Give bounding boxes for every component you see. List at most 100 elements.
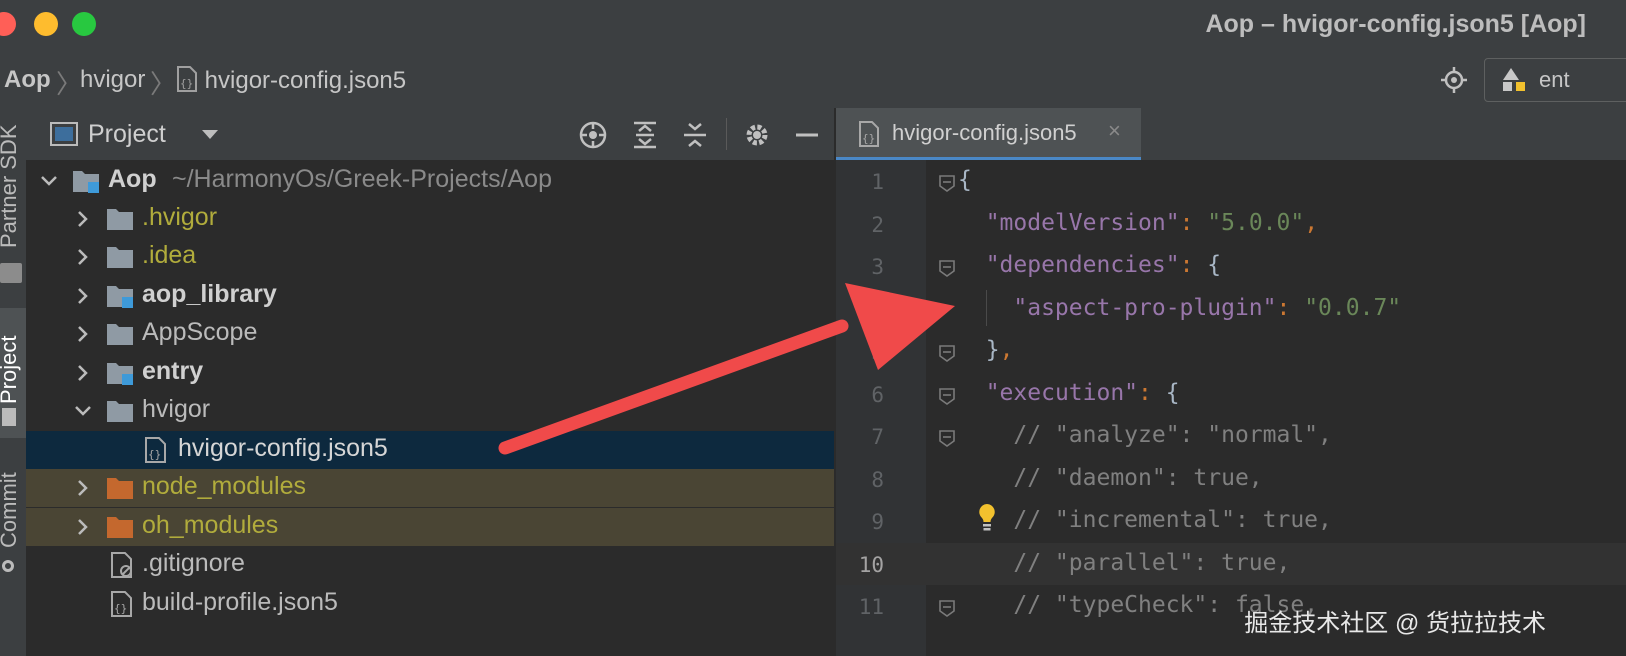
tab-commit[interactable]: Commit [0, 472, 22, 548]
tree-item-label: node_modules [142, 472, 307, 500]
run-configuration-selector[interactable]: ent [1484, 58, 1626, 102]
code-token: { [1165, 379, 1180, 406]
ignore-file-icon [111, 552, 132, 578]
breadcrumb-separator: 〉 [56, 69, 83, 99]
line-number: 2 [871, 212, 884, 237]
fold-marker-icon[interactable] [938, 174, 956, 192]
tree-item[interactable]: hvigor [26, 392, 834, 430]
editor-tab-active[interactable]: {} hvigor-config.json5 × [836, 108, 1141, 160]
zoom-window-button[interactable] [72, 12, 96, 36]
code-token: { [1207, 252, 1222, 278]
module-folder-icon [107, 286, 133, 308]
fold-marker-icon[interactable] [938, 599, 956, 617]
breadcrumb-folder[interactable]: hvigor [80, 66, 145, 94]
code-token: { [958, 167, 972, 193]
code-token: , [1304, 209, 1319, 236]
fold-marker-icon[interactable] [938, 429, 956, 447]
tree-item-selected[interactable]: {} hvigor-config.json5 [26, 431, 834, 469]
left-tool-strip: Partner SDK Project Commit [0, 108, 27, 656]
tree-item[interactable]: .idea [26, 238, 834, 276]
code-line: // "daemon": true, [958, 464, 1263, 491]
tree-item-label: .gitignore [142, 549, 245, 577]
commit-icon [2, 560, 14, 572]
tree-item-label: oh_modules [142, 511, 279, 539]
chevron-right-icon[interactable] [72, 477, 94, 499]
code-line: "dependencies": { [958, 252, 1221, 278]
gear-icon[interactable] [742, 120, 772, 150]
watermark: 掘金技术社区 @ 货拉拉技术 [1244, 610, 1546, 637]
chevron-down-icon[interactable] [38, 170, 60, 192]
line-number: 11 [858, 595, 884, 619]
minimize-window-button[interactable] [34, 12, 58, 36]
folder-icon [107, 401, 133, 422]
code-token: "0.0.7" [1304, 294, 1402, 321]
chevron-right-icon[interactable] [72, 362, 94, 384]
code-line: }, [958, 337, 1014, 363]
close-window-button[interactable] [0, 12, 16, 36]
fold-marker-icon[interactable] [938, 344, 956, 362]
module-folder-icon [73, 171, 99, 193]
tree-item[interactable]: oh_modules [26, 508, 834, 546]
tree-item[interactable]: .gitignore [26, 546, 834, 584]
tree-root-path: ~/HarmonyOs/Greek-Projects/Aop [172, 165, 552, 193]
tree-item[interactable]: {} build-profile.json5 [26, 585, 834, 623]
excluded-folder-icon [107, 478, 133, 499]
navigation-bar: Aop 〉 hvigor 〉 {} hvigor-config.json5 en… [0, 52, 1626, 109]
chevron-right-icon[interactable] [72, 516, 94, 538]
project-panel-title[interactable]: Project [88, 120, 166, 149]
tree-item[interactable]: aop_library [26, 277, 834, 315]
code-token: } [985, 337, 1000, 363]
chevron-right-icon[interactable] [72, 285, 94, 307]
chevron-right-icon[interactable] [72, 208, 94, 230]
chevron-right-icon[interactable] [72, 323, 94, 345]
tab-project[interactable]: Project [0, 336, 22, 404]
module-folder-icon [107, 363, 133, 385]
locate-icon[interactable] [1440, 66, 1468, 94]
collapse-all-icon[interactable] [680, 120, 710, 150]
chevron-right-icon[interactable] [72, 246, 94, 268]
project-panel-header: Project [26, 108, 834, 161]
title-bar: Aop – hvigor-config.json5 [Aop] [0, 0, 1626, 52]
svg-text:{}: {} [862, 132, 875, 145]
close-tab-icon[interactable]: × [1108, 118, 1121, 144]
tree-item[interactable]: node_modules [26, 469, 834, 507]
tree-item-label: aop_library [142, 280, 277, 308]
line-number: 3 [871, 255, 884, 279]
project-tree: Aop ~/HarmonyOs/Greek-Projects/Aop .hvig… [26, 160, 834, 656]
tree-item-label: AppScope [142, 318, 258, 346]
tree-item-label: hvigor [142, 395, 211, 423]
breadcrumb-file[interactable]: {} hvigor-config.json5 [176, 66, 406, 95]
fold-marker-icon[interactable] [938, 387, 956, 405]
code-token: : [1179, 252, 1208, 278]
lightbulb-icon[interactable] [976, 502, 998, 532]
line-number: 8 [871, 467, 884, 492]
code-token: // "daemon": true, [958, 464, 1263, 491]
view-mode-dropdown-icon[interactable] [202, 130, 218, 139]
tree-item[interactable]: entry [26, 354, 834, 392]
expand-all-icon[interactable] [630, 120, 660, 150]
tree-root-label: Aop [108, 165, 157, 193]
chevron-down-icon[interactable] [72, 400, 94, 422]
code-line: // "incremental": true, [958, 507, 1332, 533]
svg-text:{}: {} [148, 448, 161, 461]
line-number: 5 [871, 340, 884, 364]
fold-marker-icon[interactable] [938, 259, 956, 277]
sdk-badge-icon [0, 263, 22, 283]
svg-text:{}: {} [180, 77, 193, 90]
select-opened-file-icon[interactable] [578, 120, 608, 150]
json-file-icon: {} [859, 121, 879, 147]
breadcrumb-project[interactable]: Aop [4, 66, 51, 94]
editor-tab-bar: {} hvigor-config.json5 × [836, 108, 1626, 161]
tree-item[interactable]: .hvigor [26, 200, 834, 238]
tree-root[interactable]: Aop ~/HarmonyOs/Greek-Projects/Aop [26, 162, 834, 200]
hide-panel-icon[interactable] [792, 120, 822, 150]
code-token: "5.0.0" [1207, 209, 1305, 236]
code-editor[interactable]: 1 {2 "modelVersion": "5.0.0", 3 "dependenc… [836, 160, 1626, 656]
code-token: "aspect-pro-plugin" [1013, 294, 1277, 321]
tab-partner-sdk[interactable]: Partner SDK [0, 125, 22, 249]
tree-item[interactable]: AppScope [26, 315, 834, 353]
tree-item-label: .idea [142, 241, 197, 269]
